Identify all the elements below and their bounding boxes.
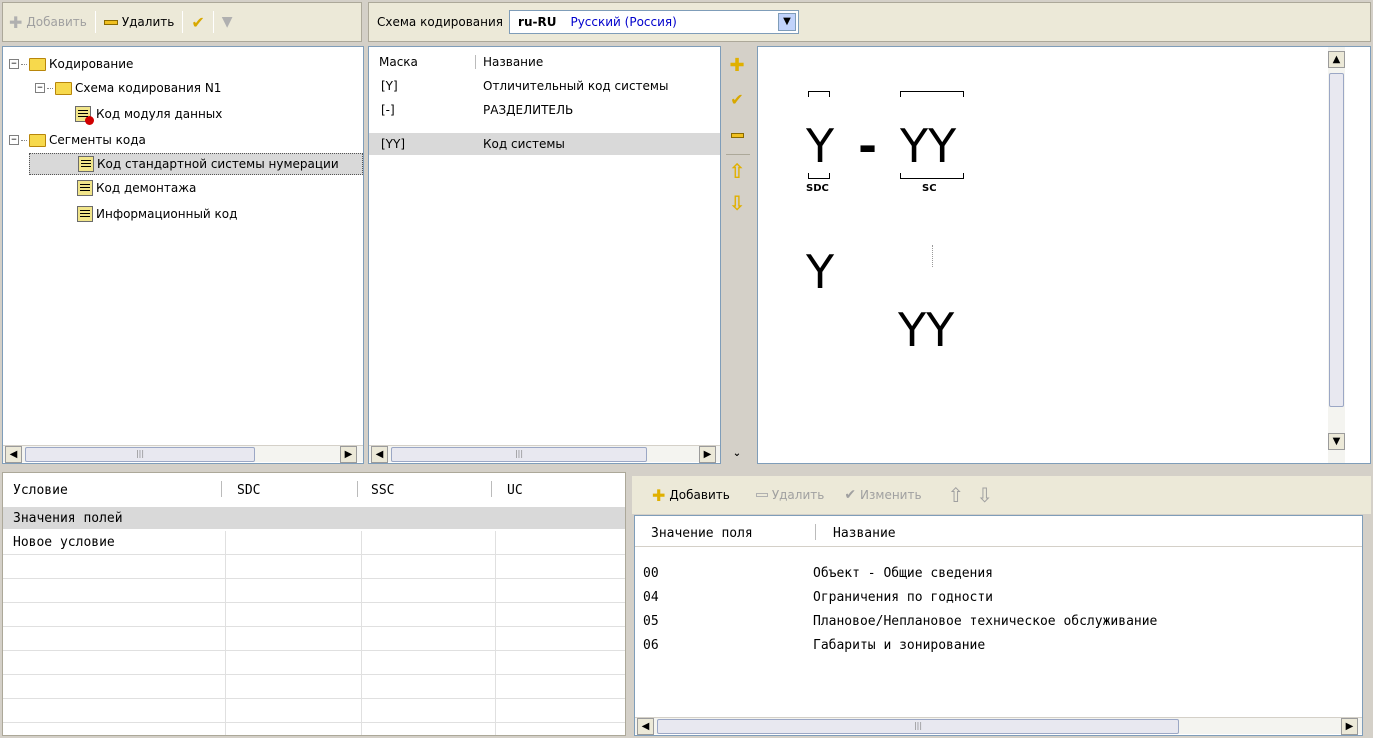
scroll-thumb[interactable]: |||	[391, 447, 647, 462]
scroll-thumb[interactable]: |||	[25, 447, 255, 462]
filter-button[interactable]: ▼	[216, 10, 239, 34]
tree-item-segments[interactable]: − Сегменты кода	[9, 129, 146, 151]
column-header-ssc[interactable]: SSC	[371, 483, 394, 498]
tree-item-dismantling[interactable]: Код демонтажа	[77, 177, 196, 199]
encoding-code: ru-RU	[518, 15, 557, 29]
preview-dash: -	[858, 119, 878, 173]
folder-icon	[29, 133, 46, 147]
folder-icon	[29, 57, 46, 71]
column-header-value[interactable]: Значение поля	[651, 526, 753, 541]
arrow-up-icon: ⇧	[947, 483, 965, 507]
move-down-button[interactable]: ⇩	[970, 483, 999, 507]
collapse-icon[interactable]: −	[35, 83, 45, 93]
preview-yy-detail: YY	[898, 303, 955, 357]
scroll-thumb[interactable]	[1329, 73, 1344, 407]
arrow-down-icon[interactable]: ⇩	[728, 191, 746, 215]
list-item[interactable]: [Y] Отличительный код системы	[369, 75, 720, 97]
column-header-mask[interactable]: Маска	[379, 55, 418, 69]
scroll-left-icon[interactable]: ◀	[371, 446, 388, 463]
encoding-name: Русский (Россия)	[570, 15, 677, 29]
main-toolbar: ✚ Добавить Удалить ✔ ▼	[2, 2, 362, 42]
arrow-down-icon: ⇩	[976, 483, 994, 507]
tree-item-scheme[interactable]: − Схема кодирования N1	[35, 77, 221, 99]
document-error-icon	[75, 106, 94, 125]
segments-tree: − Кодирование − Схема кодирования N1 Код…	[2, 46, 364, 464]
edit-value-button[interactable]: ✔ Изменить	[838, 483, 927, 507]
column-header-condition[interactable]: Условие	[13, 483, 68, 498]
add-button[interactable]: ✚ Добавить	[3, 10, 93, 34]
list-item[interactable]: 00 Объект - Общие сведения	[635, 562, 1362, 584]
toolbar-separator	[94, 11, 96, 33]
move-up-button[interactable]: ⇧	[942, 483, 971, 507]
filter-icon: ▼	[221, 14, 233, 30]
plus-icon: ✚	[652, 485, 666, 505]
values-list: Значение поля Название 00 Объект - Общие…	[634, 515, 1363, 736]
preview-y: Y	[806, 119, 835, 173]
remove-mask-icon[interactable]	[728, 126, 746, 144]
scroll-up-icon[interactable]: ▲	[1328, 51, 1345, 68]
mask-hscrollbar[interactable]: ◀ ||| ▶	[369, 445, 720, 463]
tree-hscrollbar[interactable]: ◀ ||| ▶	[3, 445, 363, 463]
scroll-left-icon[interactable]: ◀	[5, 446, 22, 463]
scroll-right-icon[interactable]: ▶	[699, 446, 716, 463]
preview-y-detail: Y	[806, 245, 835, 299]
scroll-right-icon[interactable]: ▶	[1341, 718, 1358, 735]
add-mask-icon[interactable]: ✚	[728, 55, 746, 76]
tree-item-standard-numbering[interactable]: Код стандартной системы нумерации	[29, 153, 363, 175]
column-header-name[interactable]: Название	[833, 526, 896, 541]
scroll-down-icon[interactable]: ▼	[1328, 433, 1345, 450]
list-item[interactable]: 06 Габариты и зонирование	[635, 634, 1362, 656]
column-header-sdc[interactable]: SDC	[237, 483, 260, 498]
toolbar-separator	[212, 11, 214, 33]
document-icon	[77, 206, 93, 222]
table-row[interactable]: Новое условие	[3, 531, 625, 553]
document-icon	[77, 180, 93, 196]
scroll-left-icon[interactable]: ◀	[637, 718, 654, 735]
add-value-button[interactable]: ✚ Добавить	[646, 483, 736, 507]
toolbar-separator	[182, 11, 184, 33]
check-button[interactable]: ✔	[185, 10, 210, 34]
checkmark-icon[interactable]: ✔	[728, 90, 746, 109]
collapse-icon[interactable]: −	[9, 59, 19, 69]
checkmark-icon: ✔	[844, 487, 857, 503]
list-item[interactable]: [-] РАЗДЕЛИТЕЛЬ	[369, 99, 720, 121]
delete-value-button[interactable]: Удалить	[750, 483, 831, 507]
preview-connector	[932, 245, 933, 267]
minus-icon	[755, 493, 768, 497]
values-hscrollbar[interactable]: ◀ ||| ▶	[635, 717, 1362, 735]
column-header-uc[interactable]: UC	[507, 483, 523, 498]
scroll-thumb[interactable]: |||	[657, 719, 1179, 734]
expand-more-icon[interactable]: ⌄	[728, 444, 746, 462]
list-item-selected[interactable]: [YY] Код системы	[369, 133, 720, 155]
preview-sc-label: SC	[922, 183, 937, 194]
plus-icon: ✚	[9, 12, 23, 32]
delete-button[interactable]: Удалить	[98, 10, 181, 34]
mask-actions: ✚ ✔ ⇧ ⇩ ⌄	[724, 50, 752, 464]
column-header-name[interactable]: Название	[483, 55, 543, 69]
preview-vscrollbar[interactable]: ▲ ▼	[1328, 47, 1345, 463]
list-item[interactable]: 04 Ограничения по годности	[635, 586, 1362, 608]
tree-item-encoding[interactable]: − Кодирование	[9, 53, 133, 75]
document-icon	[78, 156, 94, 172]
tree-item-info-code[interactable]: Информационный код	[77, 203, 237, 225]
chevron-down-icon[interactable]: ▼	[778, 13, 797, 31]
preview-sdc-label: SDC	[806, 183, 829, 194]
tree-item-module-code[interactable]: Код модуля данных	[75, 103, 222, 125]
table-row-selected[interactable]: Значения полей	[3, 507, 625, 529]
code-preview: Y SDC - YY SC Y YY ▲ ▼	[757, 46, 1371, 464]
collapse-icon[interactable]: −	[9, 135, 19, 145]
scroll-right-icon[interactable]: ▶	[340, 446, 357, 463]
encoding-bar: Схема кодирования ru-RU Русский (Россия)…	[368, 2, 1371, 42]
list-item[interactable]: 05 Плановое/Неплановое техническое обслу…	[635, 610, 1362, 632]
encoding-select[interactable]: ru-RU Русский (Россия) ▼	[509, 10, 800, 34]
arrow-up-icon[interactable]: ⇧	[728, 159, 746, 183]
folder-icon	[55, 81, 72, 95]
values-toolbar: ✚ Добавить Удалить ✔ Изменить ⇧ ⇩	[632, 476, 1371, 514]
checkmark-icon: ✔	[191, 12, 205, 32]
preview-yy: YY	[900, 119, 957, 173]
encoding-label: Схема кодирования	[377, 15, 504, 29]
minus-icon	[103, 19, 118, 25]
conditions-grid: Условие SDC SSC UC Значения полей Новое …	[2, 472, 626, 736]
mask-list: Маска Название [Y] Отличительный код сис…	[368, 46, 721, 464]
